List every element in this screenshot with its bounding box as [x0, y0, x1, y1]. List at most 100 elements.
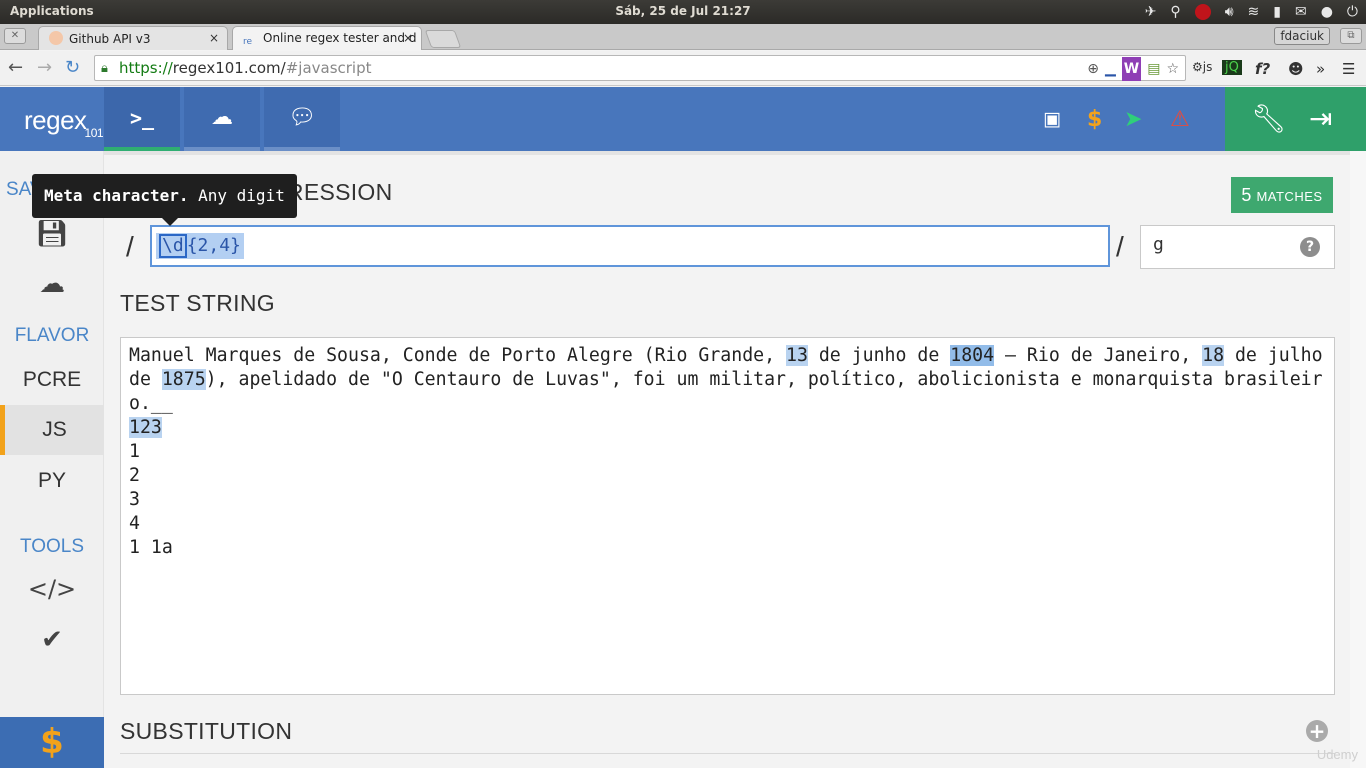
omnibox-icons: ⊕ ▁ W ▤ ☆	[1087, 57, 1179, 81]
matches-label: MATCHES	[1256, 189, 1323, 204]
cloud-upload-icon[interactable]: ☁	[0, 269, 104, 299]
battery-icon[interactable]: ▮	[1273, 2, 1281, 22]
regex-open-delimiter: /	[126, 231, 134, 262]
tab-library[interactable]: ☁	[184, 87, 260, 151]
tab-regex-tester[interactable]: re Online regex tester and d ×	[232, 26, 422, 50]
left-sidebar: SAVE 💾︎ ☁ FLAVOR PCRE JS PY TOOLS </> ✔ …	[0, 151, 104, 768]
match-highlight: 1875	[161, 369, 206, 390]
test-string-title: TEST STRING	[120, 290, 275, 316]
bookmark-star-icon[interactable]: ☆	[1166, 57, 1179, 81]
matches-count: 5	[1241, 185, 1252, 205]
logo-text: regex	[24, 105, 87, 135]
divider	[120, 753, 1335, 754]
chat-bubble-icon: 💬︎	[288, 105, 316, 130]
match-highlight: 1804	[950, 345, 995, 366]
flags-input[interactable]: g ?	[1140, 225, 1335, 269]
flavor-heading: FLAVOR	[14, 325, 90, 346]
browser-toolbar: ← → ↻ 🔒︎ https://regex101.com/#javascrip…	[0, 51, 1366, 86]
flavor-pcre[interactable]: PCRE	[0, 355, 104, 405]
test-text: – Rio de Janeiro,	[994, 345, 1203, 366]
address-bar[interactable]: 🔒︎ https://regex101.com/#javascript ⊕ ▁ …	[94, 55, 1186, 81]
volume-icon[interactable]: 🔊︎	[1225, 2, 1234, 22]
search-icon[interactable]: ⚲	[1170, 2, 1180, 22]
tab-close-icon[interactable]: ×	[209, 31, 219, 45]
reload-icon[interactable]: ↻	[65, 57, 80, 78]
paper-plane-icon[interactable]: ➤	[1124, 107, 1142, 132]
url-scheme: https://	[119, 59, 173, 77]
record-icon[interactable]	[1194, 4, 1211, 20]
system-tray: ✈ ⚲ 🔊︎ ≋ ▮ ✉ ● ⏻	[1145, 2, 1358, 22]
match-highlight: 13	[786, 345, 808, 366]
app-header: regex101 >_ ☁ 💬︎ ▣ $ ➤ ⚠ 🔧︎ ⇥	[0, 87, 1366, 151]
github-favicon-icon	[49, 31, 63, 45]
matches-badge[interactable]: 5 MATCHES	[1231, 177, 1333, 213]
digit-token[interactable]: \d	[159, 234, 187, 258]
user-icon[interactable]: ●	[1321, 2, 1333, 22]
back-arrow-icon[interactable]: ←	[8, 57, 23, 78]
tool-panel: 🔧︎ ⇥	[1221, 87, 1366, 151]
twitter-icon[interactable]: ▣	[1043, 108, 1061, 130]
power-icon[interactable]: ⏻	[1347, 2, 1358, 22]
w-extension-icon[interactable]: W	[1121, 57, 1142, 81]
mail-icon[interactable]: ✉	[1295, 2, 1307, 22]
floppy-disk-icon[interactable]: 💾︎	[0, 219, 104, 249]
face-extension-icon[interactable]: ☻	[1288, 60, 1304, 78]
zoom-icon[interactable]: ⊕	[1087, 57, 1099, 81]
flavor-js[interactable]: JS	[0, 405, 104, 455]
terminal-icon: >_	[129, 106, 155, 130]
main-panel: REGULAR EXPRESSION 5 MATCHES / \d{2,4} /…	[104, 151, 1350, 768]
bird-icon[interactable]: ✈	[1145, 2, 1157, 22]
regex101-logo[interactable]: regex101	[24, 105, 104, 140]
wrench-icon[interactable]: 🔧︎	[1251, 102, 1287, 135]
tab-github-api[interactable]: Github API v3 ×	[38, 26, 228, 50]
watermark: Udemy	[1316, 747, 1358, 762]
cloud-icon: ☁	[211, 105, 233, 130]
checkmark-icon[interactable]: ✔	[0, 625, 104, 655]
quantifier-token[interactable]: {2,4}	[187, 235, 241, 256]
url-text[interactable]: https://regex101.com/#javascript	[119, 56, 372, 80]
regex-input[interactable]: \d {2,4}	[150, 225, 1110, 267]
flavor-py[interactable]: PY	[0, 456, 104, 506]
flags-value: g	[1153, 234, 1164, 255]
menu-icon[interactable]: ☰	[1342, 60, 1355, 78]
f-extension-icon[interactable]: f?	[1255, 60, 1270, 78]
os-top-bar: Applications Sáb, 25 de Jul 21:27 ✈ ⚲ 🔊︎…	[0, 0, 1366, 24]
donate-button[interactable]: $	[0, 717, 104, 768]
js-extension-icon[interactable]: ⚙js	[1192, 60, 1212, 74]
test-text: ), apelidado de "O Centauro de Luvas", f…	[129, 369, 1323, 414]
tab-chat[interactable]: 💬︎	[264, 87, 340, 151]
profile-badge[interactable]: fdaciuk	[1274, 27, 1330, 45]
code-icon[interactable]: </>	[0, 575, 104, 603]
sign-in-icon[interactable]: ⇥	[1309, 102, 1332, 135]
tooltip-title: Meta character.	[44, 186, 189, 205]
tab-title: Online regex tester and d	[263, 31, 417, 45]
tooltip-arrow	[162, 218, 178, 226]
regex101-favicon-icon: re	[243, 37, 253, 47]
forward-arrow-icon[interactable]: →	[37, 57, 52, 78]
window-close-button[interactable]: ✕	[4, 28, 26, 44]
tab-title: Github API v3	[69, 32, 151, 46]
token-tooltip: Meta character. Any digit	[32, 174, 297, 226]
tab-editor[interactable]: >_	[104, 87, 180, 151]
substitution-title: SUBSTITUTION	[120, 718, 293, 744]
notes-extension-icon[interactable]: ▤	[1147, 57, 1160, 81]
new-tab-button[interactable]	[424, 30, 462, 48]
extension-underline-icon[interactable]: ▁	[1105, 57, 1116, 81]
lock-icon: 🔒︎	[101, 61, 108, 76]
wifi-icon[interactable]: ≋	[1248, 2, 1260, 22]
window-restore-button[interactable]: ⧉	[1340, 28, 1362, 44]
regex-pattern[interactable]: \d {2,4}	[156, 233, 244, 259]
browser-tab-strip: ✕ Github API v3 × re Online regex tester …	[0, 24, 1366, 50]
test-string-editor[interactable]: Manuel Marques de Sousa, Conde de Porto …	[120, 337, 1335, 695]
match-highlight: 18	[1202, 345, 1225, 366]
help-icon[interactable]: ?	[1300, 237, 1320, 257]
warning-icon[interactable]: ⚠	[1170, 107, 1190, 132]
more-extensions-icon[interactable]: »	[1316, 60, 1325, 78]
test-text: de junho de	[807, 345, 951, 366]
jq-extension-icon[interactable]: jQ	[1222, 60, 1242, 75]
add-substitution-button[interactable]: +	[1306, 720, 1328, 742]
scrollbar-gutter[interactable]	[1350, 151, 1366, 768]
tab-close-icon[interactable]: ×	[403, 31, 413, 45]
url-host: regex101.com/	[172, 59, 286, 77]
dollar-icon[interactable]: $	[1087, 107, 1102, 132]
